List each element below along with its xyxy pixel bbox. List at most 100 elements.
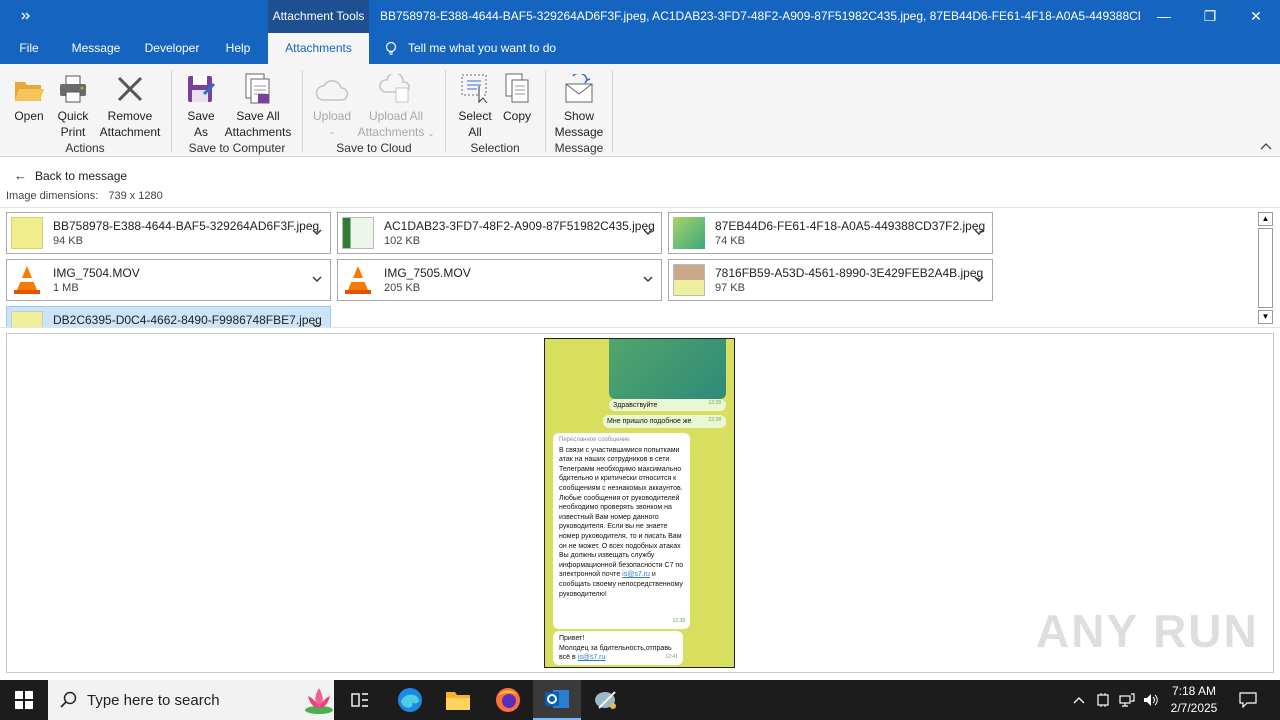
outlook-icon[interactable] (533, 680, 581, 720)
forwarded-label: Пересланное сообщение (559, 437, 630, 443)
back-to-message-link[interactable]: ← Back to message (14, 168, 127, 183)
image-dimensions-value: 739 x 1280 (108, 190, 163, 202)
taskbar-search-box[interactable]: Type here to search (48, 680, 334, 720)
chat-bubble-sent: Мне пришло подобное же 12:28 (603, 415, 726, 428)
chevron-down-icon[interactable] (972, 272, 986, 286)
attachment-name: 87EB44D6-FE61-4F18-A0A5-449388CD37F2.jpe… (715, 219, 986, 233)
chevron-down-icon[interactable] (310, 319, 324, 328)
save-all-label-1: Save All (236, 109, 280, 123)
firefox-icon[interactable] (484, 680, 532, 720)
notification-center-icon[interactable] (1234, 680, 1262, 720)
attachment-name: IMG_7505.MOV (384, 266, 471, 280)
copy-button[interactable]: Copy (498, 68, 536, 124)
edge-browser-icon[interactable] (386, 680, 434, 720)
chevron-down-icon[interactable] (310, 225, 324, 239)
show-hidden-icons-chevron-icon[interactable] (1068, 680, 1090, 720)
jpeg-thumbnail-icon (11, 311, 43, 327)
tab-help[interactable]: Help (216, 33, 260, 64)
scrollbar-thumb[interactable] (1258, 228, 1273, 308)
printer-icon (52, 68, 94, 104)
vlc-cone-icon (345, 266, 371, 294)
chevron-down-icon[interactable] (310, 272, 324, 286)
jpeg-thumbnail-icon (11, 217, 43, 249)
attachment-item[interactable]: BB758978-E388-4644-BAF5-329264AD6F3F.jpe… (6, 212, 331, 254)
show-message-label-2: Message (554, 125, 604, 139)
show-message-button[interactable]: Show Message (553, 68, 605, 140)
chat-bubble-received: Привет! Молодец за бдительность,отправь … (553, 631, 683, 665)
chat-bubble-time: 12:38 (672, 618, 685, 625)
upload-button[interactable]: Upload ⌄ (310, 68, 354, 140)
quick-print-button[interactable]: Quick Print (52, 68, 94, 140)
chat-bubble-forwarded: Пересланное сообщение В связи с участивш… (553, 433, 690, 629)
network-icon[interactable] (1116, 680, 1138, 720)
reply-line-1: Привет! (559, 635, 585, 642)
attachment-item[interactable]: IMG_7504.MOV 1 MB (6, 259, 331, 301)
group-divider (171, 70, 172, 152)
chevron-down-icon[interactable] (641, 225, 655, 239)
open-label: Open (14, 109, 44, 123)
remove-attachment-button[interactable]: Remove Attachment (96, 68, 164, 140)
tab-developer[interactable]: Developer (138, 33, 206, 64)
group-divider (545, 70, 546, 152)
cloud-upload-icon (310, 68, 354, 104)
chat-photo (609, 339, 726, 399)
device-icon[interactable] (1092, 680, 1114, 720)
collapse-ribbon-icon[interactable] (1260, 142, 1272, 153)
attachment-item[interactable]: 7816FB59-A53D-4561-8990-3E429FEB2A4B.jpe… (668, 259, 993, 301)
clock-date: 2/7/2025 (1170, 701, 1218, 715)
envelope-icon (553, 68, 605, 104)
jpeg-thumbnail-icon (673, 217, 705, 249)
snipping-tool-icon[interactable] (582, 680, 630, 720)
volume-icon[interactable] (1140, 680, 1162, 720)
clock-time: 7:18 AM (1171, 684, 1217, 698)
title-bar: Attachment Tools BB758978-E388-4644-BAF5… (0, 0, 1280, 33)
task-view-icon[interactable] (336, 680, 384, 720)
minimize-button[interactable]: — (1141, 0, 1187, 33)
select-all-icon (454, 68, 496, 104)
scroll-down-icon[interactable]: ▼ (1258, 310, 1273, 324)
tell-me-search[interactable]: Tell me what you want to do (384, 33, 556, 64)
chevron-down-icon[interactable] (641, 272, 655, 286)
file-explorer-icon[interactable] (434, 680, 482, 720)
anyrun-watermark: ANY RUN (1036, 605, 1259, 657)
select-all-label-1: Select (458, 109, 492, 123)
reply-line-2: Молодец за бдительность,отправь всё в is… (559, 644, 672, 662)
upload-dropdown-icon: ⌄ (328, 127, 336, 136)
attachment-well: BB758978-E388-4644-BAF5-329264AD6F3F.jpe… (0, 207, 1280, 328)
taskbar: Type here to search 7:18 AM 2/7/2025 (0, 680, 1280, 720)
tell-me-text: Tell me what you want to do (408, 41, 557, 55)
scroll-up-icon[interactable]: ▲ (1258, 212, 1273, 226)
upload-all-attachments-button[interactable]: Upload All Attachments ⌄ (354, 68, 438, 142)
attachment-item[interactable]: 87EB44D6-FE61-4F18-A0A5-449388CD37F2.jpe… (668, 212, 993, 254)
chevron-down-icon[interactable] (972, 225, 986, 239)
quick-access-more-icon[interactable] (20, 8, 40, 24)
windows-start-icon[interactable] (0, 680, 48, 720)
attachment-name: AC1DAB23-3FD7-48F2-A909-87F51982C435.jpe… (384, 219, 655, 233)
lightbulb-icon (385, 41, 397, 55)
attachment-item[interactable]: DB2C6395-D0C4-4662-8490-F9986748FBE7.jpe… (6, 306, 331, 328)
restore-button[interactable]: ❐ (1187, 0, 1233, 33)
save-to-computer-group-label: Save to Computer (188, 141, 286, 155)
attachment-item[interactable]: AC1DAB23-3FD7-48F2-A909-87F51982C435.jpe… (337, 212, 662, 254)
tab-attachments[interactable]: Attachments (268, 33, 369, 64)
select-all-button[interactable]: Select All (454, 68, 496, 140)
open-button[interactable]: Open (8, 68, 50, 124)
tab-message[interactable]: Message (62, 33, 130, 64)
save-as-label-1: Save (187, 109, 215, 123)
attachments-scrollbar[interactable]: ▲ ▼ (1257, 212, 1274, 325)
selection-group-label: Selection (470, 141, 520, 155)
select-all-label-2: All (468, 125, 482, 139)
save-as-button[interactable]: Save As (180, 68, 222, 140)
save-disk-icon (180, 68, 222, 104)
attachment-name: IMG_7504.MOV (53, 266, 140, 280)
close-button[interactable]: ✕ (1233, 0, 1279, 33)
attachment-item[interactable]: IMG_7505.MOV 205 KB (337, 259, 662, 301)
taskbar-clock[interactable]: 7:18 AM 2/7/2025 (1166, 683, 1222, 717)
attachment-name: 7816FB59-A53D-4561-8990-3E429FEB2A4B.jpe… (715, 266, 984, 280)
tab-file[interactable]: File (10, 33, 48, 64)
window-title: BB758978-E388-4644-BAF5-329264AD6F3F.jpe… (380, 9, 1140, 23)
save-to-cloud-group-label: Save to Cloud (336, 141, 412, 155)
save-all-attachments-button[interactable]: Save All Attachments (222, 68, 294, 140)
upload-label: Upload (312, 109, 352, 123)
attachment-size: 74 KB (715, 235, 745, 247)
